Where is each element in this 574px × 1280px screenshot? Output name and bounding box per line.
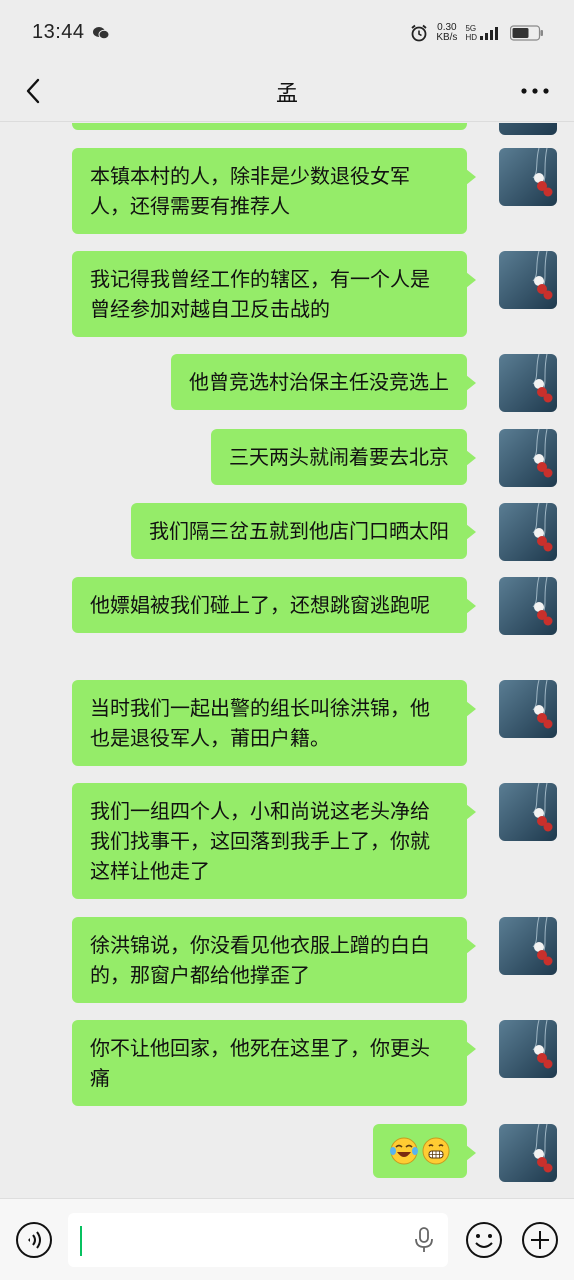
avatar[interactable] xyxy=(499,354,557,412)
message-bubble[interactable] xyxy=(373,1124,476,1178)
message-bubble[interactable]: 当时我们一起出警的组长叫徐洪锦，他也是退役军人，莆田户籍。 xyxy=(72,680,476,766)
avatar-image xyxy=(499,917,557,975)
more-dots-icon xyxy=(521,88,549,94)
voice-icon xyxy=(16,1222,52,1258)
message-row: 我们一组四个人，小和尚说这老头净给我们找事干，这回落到我手上了，你就这样让他走了 xyxy=(0,783,557,899)
message-text: 我记得我曾经工作的辖区，有一个人是曾经参加对越自卫反击战的 xyxy=(90,267,430,321)
avatar-image xyxy=(499,1124,557,1182)
wechat-notification-icon xyxy=(93,27,110,40)
avatar[interactable] xyxy=(499,148,557,206)
avatar[interactable] xyxy=(499,680,557,738)
emoji-button[interactable] xyxy=(464,1220,504,1260)
avatar[interactable] xyxy=(499,251,557,309)
avatar-image xyxy=(499,680,557,738)
message-bubble[interactable]: 他曾竞选村治保主任没竞选上 xyxy=(171,354,476,410)
alarm-icon xyxy=(411,24,427,42)
message-row: 三天两头就闹着要去北京 xyxy=(0,429,557,487)
message-list[interactable]: 本镇本村的人，除非是少数退役女军人，还得需要有推荐人 我记得我曾经工作的辖区，有… xyxy=(0,123,574,1198)
message-text: 三天两头就闹着要去北京 xyxy=(229,445,449,469)
avatar-image xyxy=(499,123,557,135)
message-row: 我们隔三岔五就到他店门口晒太阳 xyxy=(0,503,557,561)
smiley-icon xyxy=(466,1222,502,1258)
status-bar: 13:44 0.30 KB/s 5G HD xyxy=(0,0,574,64)
avatar[interactable] xyxy=(499,429,557,487)
chat-header: 孟 xyxy=(0,64,574,122)
microphone-icon[interactable] xyxy=(414,1227,434,1253)
input-bar xyxy=(0,1198,574,1280)
message-input[interactable] xyxy=(68,1213,448,1267)
tears-of-joy-emoji-icon xyxy=(390,1137,418,1165)
message-row: 当时我们一起出警的组长叫徐洪锦，他也是退役军人，莆田户籍。 xyxy=(0,680,557,766)
avatar[interactable] xyxy=(499,917,557,975)
more-functions-button[interactable] xyxy=(520,1220,560,1260)
text-caret xyxy=(80,1226,82,1256)
more-options-button[interactable] xyxy=(518,78,552,104)
avatar[interactable] xyxy=(499,1124,557,1182)
network-speed-unit: KB/s xyxy=(436,32,458,43)
message-bubble[interactable]: 我们隔三岔五就到他店门口晒太阳 xyxy=(131,503,476,559)
avatar-image xyxy=(499,354,557,412)
avatar-image xyxy=(499,148,557,206)
message-bubble[interactable]: 我们一组四个人，小和尚说这老头净给我们找事干，这回落到我手上了，你就这样让他走了 xyxy=(72,783,476,899)
message-bubble[interactable]: 徐洪锦说，你没看见他衣服上蹭的白白的，那窗户都给他撑歪了 xyxy=(72,917,476,1003)
avatar-image xyxy=(499,577,557,635)
avatar-image xyxy=(499,783,557,841)
emoji-row xyxy=(389,1136,451,1166)
avatar[interactable] xyxy=(499,783,557,841)
message-row: 本镇本村的人，除非是少数退役女军人，还得需要有推荐人 xyxy=(0,148,557,234)
message-text: 我们隔三岔五就到他店门口晒太阳 xyxy=(149,519,449,543)
message-row xyxy=(0,1124,557,1182)
message-row: 我记得我曾经工作的辖区，有一个人是曾经参加对越自卫反击战的 xyxy=(0,251,557,337)
signal-icon xyxy=(480,27,498,40)
avatar-image xyxy=(499,251,557,309)
network-type: 5G HD xyxy=(465,24,477,42)
message-text: 他曾竞选村治保主任没竞选上 xyxy=(189,370,449,394)
message-bubble[interactable]: 你不让他回家，他死在这里了，你更头痛 xyxy=(72,1020,476,1106)
message-text: 本镇本村的人，除非是少数退役女军人，还得需要有推荐人 xyxy=(90,164,410,218)
message-bubble[interactable]: 本镇本村的人，除非是少数退役女军人，还得需要有推荐人 xyxy=(72,148,476,234)
network-type-label: 5G xyxy=(465,24,477,33)
message-row: 你不让他回家，他死在这里了，你更头痛 xyxy=(0,1020,557,1106)
network-hd-label: HD xyxy=(465,33,477,42)
message-bubble-partial[interactable] xyxy=(72,123,467,130)
plus-circle-icon xyxy=(522,1222,558,1258)
voice-mode-button[interactable] xyxy=(14,1220,54,1260)
message-row: 徐洪锦说，你没看见他衣服上蹭的白白的，那窗户都给他撑歪了 xyxy=(0,917,557,1003)
avatar[interactable] xyxy=(499,123,557,135)
message-bubble[interactable]: 他嫖娼被我们碰上了，还想跳窗逃跑呢 xyxy=(72,577,476,633)
message-row: 他曾竞选村治保主任没竞选上 xyxy=(0,354,557,412)
message-text: 当时我们一起出警的组长叫徐洪锦，他也是退役军人，莆田户籍。 xyxy=(90,696,430,750)
message-row: 他嫖娼被我们碰上了，还想跳窗逃跑呢 xyxy=(0,577,557,663)
message-bubble[interactable]: 我记得我曾经工作的辖区，有一个人是曾经参加对越自卫反击战的 xyxy=(72,251,476,337)
avatar-image xyxy=(499,429,557,487)
chat-title: 孟 xyxy=(275,82,298,107)
message-text: 你不让他回家，他死在这里了，你更头痛 xyxy=(90,1036,430,1090)
message-text: 徐洪锦说，你没看见他衣服上蹭的白白的，那窗户都给他撑歪了 xyxy=(90,933,430,987)
message-text: 他嫖娼被我们碰上了，还想跳窗逃跑呢 xyxy=(90,593,430,617)
avatar-image xyxy=(499,1020,557,1078)
battery-icon xyxy=(510,25,543,41)
avatar[interactable] xyxy=(499,1020,557,1078)
status-indicators: 0.30 KB/s 5G HD xyxy=(410,20,544,46)
message-text: 我们一组四个人，小和尚说这老头净给我们找事干，这回落到我手上了，你就这样让他走了 xyxy=(90,799,430,883)
avatar[interactable] xyxy=(499,503,557,561)
status-time: 13:44 xyxy=(32,21,85,43)
grinning-face-emoji-icon xyxy=(422,1137,450,1165)
avatar-image xyxy=(499,503,557,561)
network-speed: 0.30 KB/s xyxy=(436,23,457,43)
message-bubble[interactable]: 三天两头就闹着要去北京 xyxy=(211,429,476,485)
avatar[interactable] xyxy=(499,577,557,635)
